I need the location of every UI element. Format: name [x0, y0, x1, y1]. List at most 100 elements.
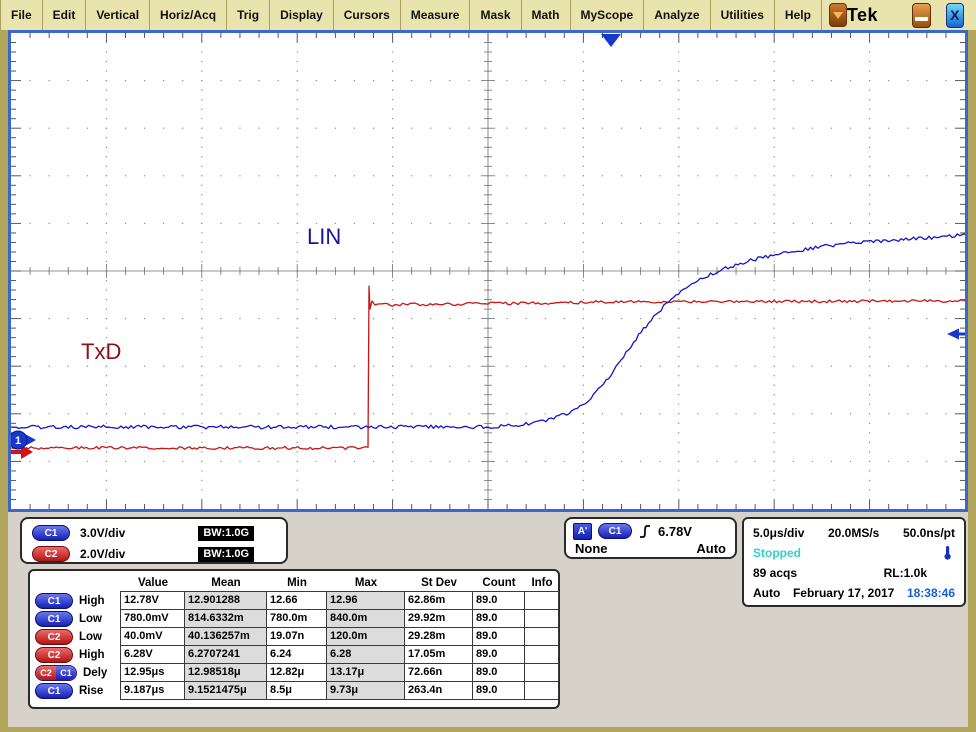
measurement-row-label: C2C1Dely	[33, 665, 121, 682]
menu-item-math[interactable]: Math	[522, 0, 571, 30]
measurement-cell-mean: 12.901288	[184, 591, 267, 610]
measurement-cell-max: 6.28	[326, 645, 405, 664]
trigger-indicator-icon	[940, 545, 955, 561]
menu-item-mask[interactable]: Mask	[470, 0, 521, 30]
measurement-cell-value: 780.0mV	[120, 609, 185, 628]
channel2-readout[interactable]: C2 2.0V/div BW:1.0G	[32, 545, 276, 563]
menu-item-trig[interactable]: Trig	[227, 0, 270, 30]
measurement-cell-info	[524, 681, 559, 700]
measurement-table-panel: Value Mean Min Max St Dev Count Info C1H…	[28, 569, 560, 709]
measurement-row: C1Low780.0mV814.6332m780.0m840.0m29.92m8…	[33, 610, 558, 628]
column-header-min: Min	[267, 574, 327, 592]
column-header-info: Info	[525, 574, 559, 592]
measurement-cell-info	[524, 591, 559, 610]
menu-overflow-button[interactable]	[829, 3, 847, 27]
measurement-cell-count: 89.0	[472, 591, 525, 610]
record-length: RL:1.0k	[884, 566, 927, 580]
measurement-cell-mean: 9.1521475μ	[184, 681, 267, 700]
measurement-cell-min: 12.82μ	[266, 663, 327, 682]
minimize-button[interactable]	[912, 3, 931, 28]
measurement-cell-value: 12.78V	[120, 591, 185, 610]
acquisition-count: 89 acqs	[753, 566, 797, 580]
measurement-cell-stdev: 72.66n	[404, 663, 473, 682]
measurement-cell-min: 6.24	[266, 645, 327, 664]
channel2-badge: C2	[35, 647, 73, 663]
measurement-cell-min: 12.66	[266, 591, 327, 610]
measurement-cell-info	[524, 645, 559, 664]
rising-edge-icon	[638, 523, 652, 540]
menu-item-display[interactable]: Display	[270, 0, 334, 30]
measurement-row: C2Low40.0mV40.136257m19.07n120.0m29.28m8…	[33, 628, 558, 646]
channel1-badge: C1	[35, 683, 73, 699]
measurement-name: Low	[79, 631, 102, 643]
channel1-readout[interactable]: C1 3.0V/div BW:1.0G	[32, 524, 276, 542]
channel1-reference-marker[interactable]: 1	[11, 431, 36, 449]
graticule: 1 LIN TxD	[11, 33, 965, 509]
date-label: February 17, 2017	[793, 586, 894, 600]
menu-item-vertical[interactable]: Vertical	[86, 0, 150, 30]
menu-item-horiz-acq[interactable]: Horiz/Acq	[150, 0, 227, 30]
column-header-max: Max	[327, 574, 405, 592]
measurement-row: C1Rise9.187μs9.1521475μ8.5μ9.73μ263.4n89…	[33, 682, 558, 700]
measurement-cell-info	[524, 663, 559, 682]
trigger-source-badge: A'	[573, 523, 592, 540]
menu-bar: FileEditVerticalHoriz/AcqTrigDisplayCurs…	[0, 0, 976, 30]
menu-item-file[interactable]: File	[0, 0, 43, 30]
grid-layer	[11, 33, 965, 509]
trigger-readout-panel[interactable]: A' C1 6.78V None Auto	[564, 517, 737, 559]
measurement-table-body: C1High12.78V12.90128812.6612.9662.86m89.…	[33, 592, 558, 700]
header-spacer	[33, 574, 121, 592]
lin-signal-label: LIN	[307, 224, 341, 249]
measurement-cell-mean: 6.2707241	[184, 645, 267, 664]
acquisition-status: Stopped	[753, 546, 801, 560]
measurement-cell-mean: 40.136257m	[184, 627, 267, 646]
timebase-readout-panel[interactable]: 5.0μs/div 20.0MS/s 50.0ns/pt Stopped 89 …	[742, 517, 966, 607]
measurement-cell-mean: 12.98518μ	[184, 663, 267, 682]
minimize-icon	[915, 17, 928, 21]
measurement-cell-count: 89.0	[472, 663, 525, 682]
column-header-stdev: St Dev	[405, 574, 473, 592]
channel2-bandwidth-badge: BW:1.0G	[198, 547, 254, 562]
sample-resolution: 50.0ns/pt	[903, 526, 955, 540]
channel2-badge: C2	[35, 629, 73, 645]
measurement-cell-value: 40.0mV	[120, 627, 185, 646]
measurement-cell-min: 8.5μ	[266, 681, 327, 700]
channel1-badge[interactable]: C1	[32, 525, 70, 541]
menu-item-cursors[interactable]: Cursors	[334, 0, 401, 30]
close-button[interactable]: X	[946, 3, 965, 28]
column-header-value: Value	[121, 574, 185, 592]
menu-item-utilities[interactable]: Utilities	[711, 0, 775, 30]
measurement-cell-min: 19.07n	[266, 627, 327, 646]
channel2-badge[interactable]: C2	[32, 546, 70, 562]
measurement-row: C2High6.28V6.27072416.246.2817.05m89.0	[33, 646, 558, 664]
measurement-cell-count: 89.0	[472, 681, 525, 700]
measurement-cell-max: 120.0m	[326, 627, 405, 646]
chevron-down-icon	[833, 12, 843, 19]
trigger-mode-label: Auto	[753, 586, 780, 600]
measurement-cell-value: 6.28V	[120, 645, 185, 664]
measurement-row-label: C2 Low	[33, 629, 121, 646]
timebase-scale: 5.0μs/div	[753, 526, 804, 540]
measurement-cell-info	[524, 627, 559, 646]
measurement-name: Dely	[83, 667, 107, 679]
channel1-badge: C1	[35, 593, 73, 609]
channel-readout-panel[interactable]: C1 3.0V/div BW:1.0G C2 2.0V/div BW:1.0G	[20, 517, 288, 564]
menu-item-myscope[interactable]: MyScope	[571, 0, 645, 30]
menu-item-edit[interactable]: Edit	[43, 0, 87, 30]
measurement-cell-max: 840.0m	[326, 609, 405, 628]
measurement-row-label: C1Low	[33, 611, 121, 628]
trigger-position-marker[interactable]	[601, 34, 621, 47]
channel2-scale: 2.0V/div	[80, 547, 125, 561]
measurement-cell-max: 13.17μ	[326, 663, 405, 682]
menu-item-help[interactable]: Help	[775, 0, 822, 30]
trigger-channel-badge: C1	[598, 523, 632, 539]
column-header-count: Count	[473, 574, 525, 592]
sample-rate: 20.0MS/s	[828, 526, 879, 540]
measurement-cell-stdev: 29.28m	[404, 627, 473, 646]
waveform-display[interactable]: 1 LIN TxD	[8, 30, 968, 512]
menu-item-analyze[interactable]: Analyze	[644, 0, 710, 30]
measurement-cell-max: 12.96	[326, 591, 405, 610]
measurement-name: Rise	[79, 685, 103, 697]
measurement-cell-count: 89.0	[472, 645, 525, 664]
menu-item-measure[interactable]: Measure	[401, 0, 471, 30]
